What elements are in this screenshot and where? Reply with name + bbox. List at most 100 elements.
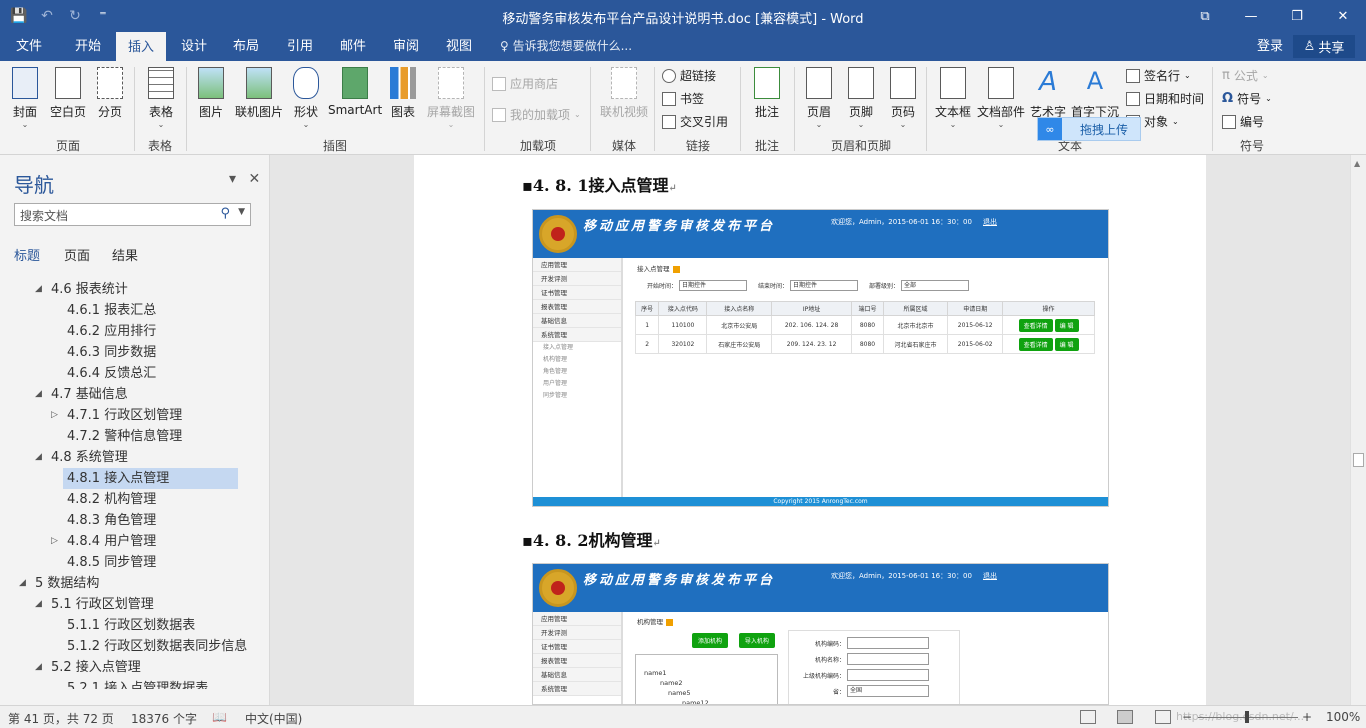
nav-close-icon[interactable]: ✕ bbox=[248, 171, 260, 187]
scrollbar-thumb[interactable] bbox=[1353, 453, 1364, 467]
picture-button[interactable]: 图片 bbox=[196, 67, 226, 120]
upload-label: 拖拽上传 bbox=[1080, 122, 1129, 137]
signature-line-button[interactable]: 签名行 ⌄ bbox=[1126, 67, 1191, 84]
tab-references[interactable]: 引用 bbox=[276, 32, 324, 61]
heading-4-8-1[interactable]: ▪4. 8. 1接入点管理↵ bbox=[522, 172, 677, 196]
nav-item[interactable]: 4.6.1 报表汇总 bbox=[67, 300, 156, 321]
nav-item[interactable]: 4.6.3 同步数据 bbox=[67, 342, 156, 363]
chart-button[interactable]: 图表 bbox=[388, 67, 418, 120]
search-icon[interactable]: ⚲ bbox=[220, 206, 230, 221]
footer-button[interactable]: 页脚 ⌄ bbox=[844, 67, 878, 129]
comment-button[interactable]: 批注 bbox=[748, 67, 786, 120]
header-button[interactable]: 页眉 ⌄ bbox=[802, 67, 836, 129]
nav-item[interactable]: ◢ 5 数据结构 bbox=[19, 573, 99, 594]
scroll-up-icon[interactable]: ▲ bbox=[1354, 159, 1360, 168]
blank-page-button[interactable]: 空白页 bbox=[48, 67, 88, 120]
nav-item-selected[interactable]: 4.8.1 接入点管理 bbox=[63, 468, 238, 489]
zoom-level[interactable]: 100% bbox=[1326, 710, 1360, 724]
cross-reference-button[interactable]: 交叉引用 bbox=[662, 113, 728, 130]
symbol-button[interactable]: Ω 符号 ⌄ bbox=[1222, 90, 1272, 107]
nav-item[interactable]: 4.8.3 角色管理 bbox=[67, 510, 156, 531]
print-layout-icon[interactable] bbox=[1117, 710, 1133, 724]
zoom-slider-thumb[interactable] bbox=[1245, 711, 1249, 723]
ribbon-display-options-button[interactable]: ⧉ bbox=[1182, 0, 1228, 32]
search-dropdown-icon[interactable]: ▼ bbox=[238, 207, 245, 217]
web-layout-icon[interactable] bbox=[1155, 710, 1171, 724]
date-time-button[interactable]: 日期和时间 bbox=[1126, 90, 1204, 107]
paragraph-mark: ↵ bbox=[652, 538, 661, 549]
proofing-icon[interactable]: 📖 bbox=[212, 710, 227, 724]
tell-me-search[interactable]: ♀ 告诉我您想要做什么... bbox=[500, 32, 632, 61]
share-button[interactable]: ♙ 共享 bbox=[1293, 35, 1355, 58]
group-label-symbols: 符号 bbox=[1239, 139, 1264, 153]
nav-tab-pages[interactable]: 页面 bbox=[64, 245, 90, 264]
nav-item[interactable]: 4.6.4 反馈总汇 bbox=[67, 363, 156, 384]
read-mode-icon[interactable] bbox=[1080, 710, 1096, 724]
tab-view[interactable]: 视图 bbox=[435, 32, 483, 61]
page-number-button[interactable]: 页码 ⌄ bbox=[886, 67, 920, 129]
nav-item[interactable]: 4.7.2 警种信息管理 bbox=[67, 426, 182, 447]
nav-item[interactable]: 4.8.5 同步管理 bbox=[67, 552, 156, 573]
nav-item[interactable]: ◢ 5.1 行政区划管理 bbox=[35, 594, 154, 615]
tab-layout[interactable]: 布局 bbox=[222, 32, 270, 61]
restore-button[interactable]: ❐ bbox=[1274, 0, 1320, 32]
zoom-out-icon[interactable]: − bbox=[1182, 710, 1192, 724]
wordart-button[interactable]: A 艺术字 bbox=[1030, 67, 1066, 120]
tab-mailings[interactable]: 邮件 bbox=[329, 32, 377, 61]
login-link[interactable]: 登录 bbox=[1257, 32, 1283, 61]
nav-item[interactable]: ▷ 4.8.4 用户管理 bbox=[51, 531, 156, 552]
app-store-button[interactable]: 应用商店 bbox=[492, 75, 558, 92]
table-button[interactable]: 表格 ⌄ bbox=[144, 67, 178, 129]
tab-insert[interactable]: 插入 bbox=[116, 32, 166, 61]
page-break-button[interactable]: 分页 bbox=[94, 67, 126, 120]
number-button[interactable]: 编号 bbox=[1222, 113, 1264, 130]
menu-item: 基础信息 bbox=[533, 314, 621, 328]
my-addins-button[interactable]: 我的加载项 ⌄ bbox=[492, 106, 581, 123]
nav-item[interactable]: 4.8.2 机构管理 bbox=[67, 489, 156, 510]
nav-item[interactable]: 5.2.1 接入点管理数据表 bbox=[67, 678, 208, 689]
online-video-button[interactable]: 联机视频 bbox=[598, 67, 650, 120]
bookmark-button[interactable]: 书签 bbox=[662, 90, 704, 107]
nav-tab-headings[interactable]: 标题 bbox=[14, 245, 40, 264]
tab-design[interactable]: 设计 bbox=[170, 32, 218, 61]
word-count[interactable]: 18376 个字 bbox=[131, 710, 197, 727]
nav-item[interactable]: 5.1.1 行政区划数据表 bbox=[67, 615, 195, 636]
screenshot-button[interactable]: 屏幕截图 ⌄ bbox=[424, 67, 478, 129]
nav-item[interactable]: ◢ 4.7 基础信息 bbox=[35, 384, 128, 405]
quick-parts-button[interactable]: 文档部件 ⌄ bbox=[976, 67, 1026, 129]
heading-4-8-2[interactable]: ▪4. 8. 2机构管理↵ bbox=[522, 527, 661, 551]
table-row: 2 320102 石家庄市公安局 209. 124. 23. 12 8080 河北省石家庄… bbox=[634, 334, 1095, 354]
filter-value: 全部 bbox=[901, 280, 970, 291]
nav-item[interactable]: ▷ 4.7.1 行政区划管理 bbox=[51, 405, 182, 426]
text-box-button[interactable]: 文本框 ⌄ bbox=[934, 67, 972, 129]
embedded-screenshot-org[interactable]: 移动应用警务审核发布平台 欢迎您，Admin，2015-06-01 16：30：… bbox=[532, 563, 1109, 705]
nav-tab-results[interactable]: 结果 bbox=[112, 245, 138, 264]
nav-item[interactable]: ◢ 4.8 系统管理 bbox=[35, 447, 128, 468]
embedded-screenshot-access-point[interactable]: 移动应用警务审核发布平台 欢迎您，Admin，2015-06-01 16：30：… bbox=[532, 209, 1109, 507]
tab-file[interactable]: 文件 bbox=[6, 32, 52, 61]
nav-item[interactable]: 4.6.2 应用排行 bbox=[67, 321, 156, 342]
tab-review[interactable]: 审阅 bbox=[382, 32, 430, 61]
equation-button[interactable]: π 公式 ⌄ bbox=[1222, 67, 1269, 84]
vertical-scrollbar[interactable]: ▲ bbox=[1350, 155, 1366, 705]
minimize-button[interactable]: — bbox=[1228, 0, 1274, 32]
smartart-button[interactable]: SmartArt bbox=[328, 67, 382, 117]
drop-cap-button[interactable]: A 首字下沉 bbox=[1070, 67, 1120, 120]
online-picture-button[interactable]: 联机图片 bbox=[232, 67, 286, 120]
cover-page-button[interactable]: 封面 ⌄ bbox=[8, 67, 42, 129]
page-count[interactable]: 第 41 页，共 72 页 bbox=[8, 710, 114, 727]
document-area[interactable]: ▪4. 8. 1接入点管理↵ 移动应用警务审核发布平台 欢迎您，Admin，20… bbox=[270, 155, 1350, 705]
drag-upload-widget[interactable]: ∞ 拖拽上传 bbox=[1037, 117, 1141, 141]
close-button[interactable]: ✕ bbox=[1320, 0, 1366, 32]
tab-home[interactable]: 开始 bbox=[64, 32, 112, 61]
nav-search-input[interactable]: 搜索文档 ⚲ ▼ bbox=[14, 203, 251, 226]
shapes-button[interactable]: 形状 ⌄ bbox=[290, 67, 322, 129]
nav-item[interactable]: ◢ 4.6 报表统计 bbox=[35, 279, 128, 300]
nav-item[interactable]: ◢ 5.2 接入点管理 bbox=[35, 657, 141, 678]
nav-options-icon[interactable]: ▾ bbox=[229, 171, 236, 187]
nav-item[interactable]: 5.1.2 行政区划数据表同步信息 bbox=[67, 636, 247, 657]
language-indicator[interactable]: 中文(中国) bbox=[245, 710, 302, 727]
hyperlink-button[interactable]: 超链接 bbox=[662, 67, 716, 84]
zoom-in-icon[interactable]: + bbox=[1302, 710, 1312, 724]
document-page[interactable]: ▪4. 8. 1接入点管理↵ 移动应用警务审核发布平台 欢迎您，Admin，20… bbox=[414, 155, 1206, 705]
